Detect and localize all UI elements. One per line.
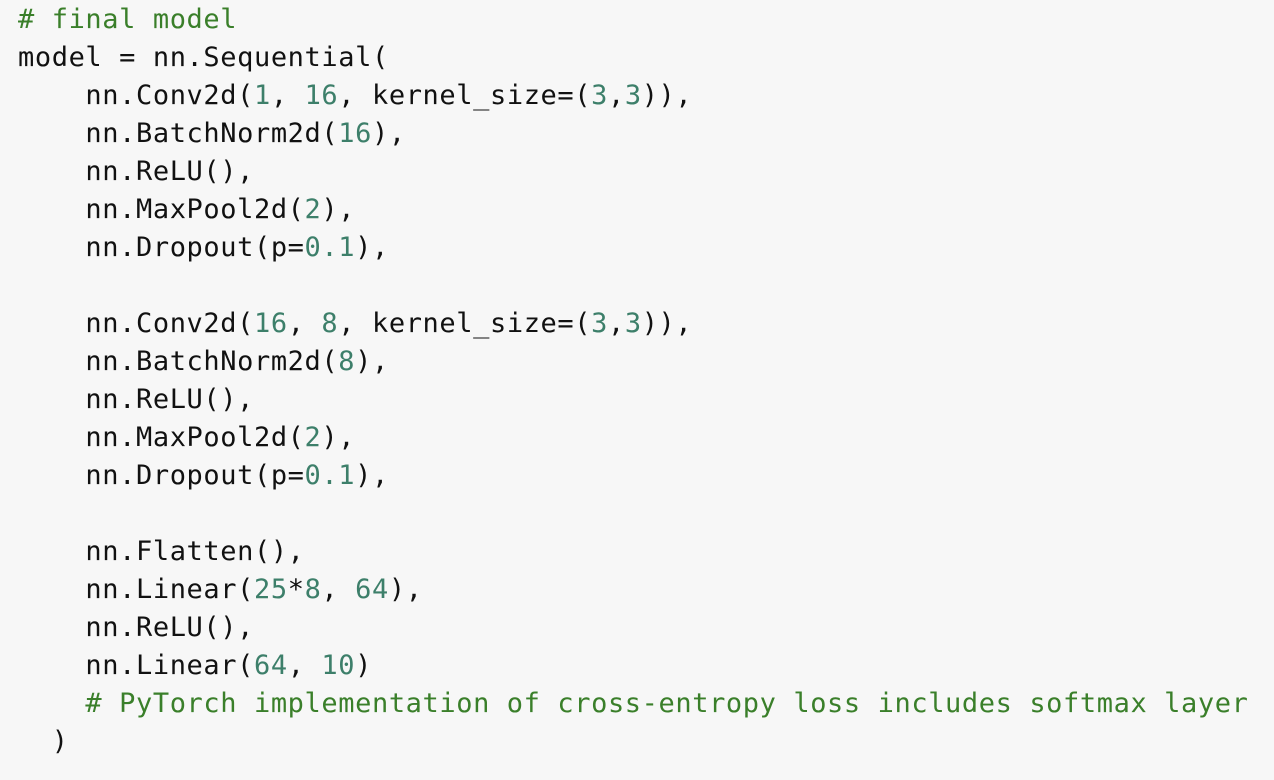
code-number: 3	[591, 80, 608, 111]
code-token: nn.Linear(	[18, 650, 254, 681]
code-line: nn.Linear(25*8, 64),	[18, 571, 1248, 609]
code-token: ),	[355, 346, 389, 377]
code-line: # final model	[18, 1, 1248, 39]
code-token: ),	[355, 232, 389, 263]
code-token: )),	[641, 80, 693, 111]
code-number: 16	[304, 80, 339, 111]
code-number: 16	[253, 308, 288, 339]
code-token: model = nn.Sequential(	[18, 42, 389, 73]
code-token: nn.BatchNorm2d(	[18, 346, 339, 377]
code-token: ,	[321, 574, 356, 605]
code-line: # PyTorch implementation of cross-entrop…	[18, 685, 1248, 723]
code-editor[interactable]: # final model model = nn.Sequential( nn.C…	[18, 1, 1248, 761]
code-cell[interactable]: # final model model = nn.Sequential( nn.C…	[0, 0, 1274, 780]
code-token: ),	[355, 460, 389, 491]
code-line: nn.Dropout(p=0.1),	[18, 229, 1248, 267]
code-token: ,	[287, 308, 322, 339]
code-token: , kernel_size=(	[338, 80, 592, 111]
code-number: 0.1	[304, 460, 356, 491]
code-number: 0.1	[304, 232, 356, 263]
code-line: model = nn.Sequential(	[18, 39, 1248, 77]
code-line: nn.MaxPool2d(2),	[18, 191, 1248, 229]
code-token: ,	[607, 308, 625, 339]
code-token: nn.MaxPool2d(	[18, 422, 305, 453]
code-number: 3	[591, 308, 608, 339]
code-line: nn.Dropout(p=0.1),	[18, 457, 1248, 495]
code-token: ),	[321, 422, 356, 453]
code-line: nn.Linear(64, 10)	[18, 647, 1248, 685]
code-number: 8	[338, 346, 356, 377]
code-line: nn.Flatten(),	[18, 533, 1248, 571]
code-line: nn.Conv2d(16, 8, kernel_size=(3,3)),	[18, 305, 1248, 343]
code-token: nn.Flatten(),	[18, 536, 305, 567]
code-number: 3	[624, 80, 642, 111]
code-token: nn.Conv2d(	[18, 80, 254, 111]
code-token: )	[18, 726, 69, 757]
code-number: 1	[253, 80, 271, 111]
code-token: ),	[388, 574, 423, 605]
code-token: nn.Conv2d(	[18, 308, 254, 339]
code-token: )),	[641, 308, 693, 339]
code-number: 2	[304, 194, 322, 225]
code-line: nn.BatchNorm2d(8),	[18, 343, 1248, 381]
code-number: 64	[253, 650, 288, 681]
code-comment: # PyTorch implementation of cross-entrop…	[18, 688, 1249, 719]
code-line: nn.ReLU(),	[18, 153, 1248, 191]
code-line: ​	[18, 495, 1248, 533]
code-number: 10	[321, 650, 356, 681]
code-comment: # final model	[18, 4, 238, 35]
code-line: nn.Conv2d(1, 16, kernel_size=(3,3)),	[18, 77, 1248, 115]
code-line: )	[18, 723, 1248, 761]
code-token: ,	[287, 650, 322, 681]
code-number: 3	[624, 308, 642, 339]
code-token: ,	[270, 80, 305, 111]
code-token: ,	[607, 80, 625, 111]
code-number: 8	[304, 574, 322, 605]
code-token: )	[355, 650, 372, 681]
code-line: nn.BatchNorm2d(16),	[18, 115, 1248, 153]
code-token: , kernel_size=(	[338, 308, 592, 339]
code-token: nn.ReLU(),	[18, 612, 254, 643]
code-token: *	[287, 574, 305, 605]
code-number: 25	[253, 574, 288, 605]
code-token: nn.MaxPool2d(	[18, 194, 305, 225]
code-line: ​	[18, 267, 1248, 305]
code-line: nn.ReLU(),	[18, 609, 1248, 647]
code-token: ),	[321, 194, 356, 225]
code-token: nn.Dropout(p=	[18, 232, 305, 263]
code-token: nn.Dropout(p=	[18, 460, 305, 491]
code-token: ),	[371, 118, 406, 149]
code-number: 8	[321, 308, 339, 339]
code-token: nn.ReLU(),	[18, 156, 254, 187]
code-line: nn.ReLU(),	[18, 381, 1248, 419]
code-line: nn.MaxPool2d(2),	[18, 419, 1248, 457]
code-number: 64	[355, 574, 389, 605]
code-token: nn.Linear(	[18, 574, 254, 605]
code-token: nn.ReLU(),	[18, 384, 254, 415]
code-token: nn.BatchNorm2d(	[18, 118, 339, 149]
code-number: 16	[338, 118, 372, 149]
code-number: 2	[304, 422, 322, 453]
